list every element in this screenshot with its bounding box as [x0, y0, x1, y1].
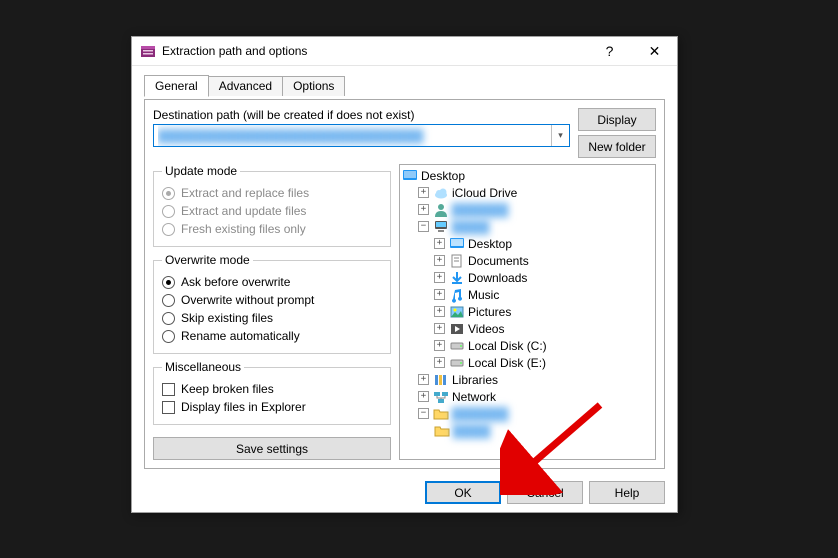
tree-node-user[interactable]: + ██████: [402, 201, 653, 218]
expand-icon[interactable]: +: [418, 187, 429, 198]
expand-icon[interactable]: +: [434, 289, 445, 300]
close-button[interactable]: ✕: [632, 37, 677, 66]
display-button[interactable]: Display: [578, 108, 656, 131]
radio-icon: [162, 223, 175, 236]
destination-path-label: Destination path (will be created if doe…: [153, 108, 570, 122]
expand-icon[interactable]: +: [434, 238, 445, 249]
title-bar: Extraction path and options ? ✕: [132, 37, 677, 66]
folder-icon: [434, 423, 450, 439]
libraries-icon: [433, 372, 449, 388]
tab-strip: General Advanced Options: [144, 74, 665, 96]
cancel-button[interactable]: Cancel: [507, 481, 583, 504]
save-settings-button[interactable]: Save settings: [153, 437, 391, 460]
radio-icon: [162, 205, 175, 218]
radio-rename-auto[interactable]: Rename automatically: [162, 327, 382, 345]
overwrite-mode-group: Overwrite mode Ask before overwrite Over…: [153, 253, 391, 354]
winrar-icon: [140, 43, 156, 59]
radio-skip-existing[interactable]: Skip existing files: [162, 309, 382, 327]
expand-icon[interactable]: +: [434, 340, 445, 351]
radio-icon: [162, 312, 175, 325]
tree-node-pc[interactable]: − ████: [402, 218, 653, 235]
content-columns: Update mode Extract and replace files Ex…: [153, 164, 656, 460]
collapse-icon[interactable]: −: [418, 408, 429, 419]
miscellaneous-group: Miscellaneous Keep broken files Display …: [153, 360, 391, 425]
music-icon: [449, 287, 465, 303]
radio-icon: [162, 276, 175, 289]
pictures-icon: [449, 304, 465, 320]
desktop-icon: [449, 236, 465, 252]
tree-node-videos[interactable]: + Videos: [402, 320, 653, 337]
path-value: ████████████████████████████: [158, 129, 424, 143]
overwrite-mode-legend: Overwrite mode: [162, 253, 253, 267]
folder-tree[interactable]: Desktop + iCloud Drive + ██████ −: [399, 164, 656, 460]
tree-node-documents[interactable]: + Documents: [402, 252, 653, 269]
cloud-icon: [433, 185, 449, 201]
expand-icon[interactable]: +: [434, 357, 445, 368]
tab-options[interactable]: Options: [282, 76, 345, 96]
radio-extract-update[interactable]: Extract and update files: [162, 202, 382, 220]
tree-node-desktop[interactable]: Desktop: [402, 167, 653, 184]
tab-general[interactable]: General: [144, 75, 209, 97]
user-icon: [433, 202, 449, 218]
videos-icon: [449, 321, 465, 337]
tree-node-music[interactable]: + Music: [402, 286, 653, 303]
miscellaneous-legend: Miscellaneous: [162, 360, 244, 374]
folder-icon: [433, 406, 449, 422]
update-mode-legend: Update mode: [162, 164, 240, 178]
downloads-icon: [449, 270, 465, 286]
checkbox-icon: [162, 383, 175, 396]
radio-icon: [162, 330, 175, 343]
ok-button[interactable]: OK: [425, 481, 501, 504]
tree-node-icloud[interactable]: + iCloud Drive: [402, 184, 653, 201]
radio-icon: [162, 187, 175, 200]
documents-icon: [449, 253, 465, 269]
expand-icon[interactable]: +: [418, 391, 429, 402]
tree-node-sub-desktop[interactable]: + Desktop: [402, 235, 653, 252]
window-title: Extraction path and options: [162, 44, 587, 58]
tree-node-libraries[interactable]: + Libraries: [402, 371, 653, 388]
network-icon: [433, 389, 449, 405]
tree-node-pictures[interactable]: + Pictures: [402, 303, 653, 320]
drive-icon: [449, 355, 465, 371]
destination-path-combo[interactable]: ████████████████████████████ ▾: [153, 124, 570, 147]
extraction-options-dialog: Extraction path and options ? ✕ General …: [131, 36, 678, 513]
client-area: General Advanced Options Destination pat…: [132, 66, 677, 514]
expand-icon[interactable]: +: [434, 306, 445, 317]
expand-icon[interactable]: +: [434, 323, 445, 334]
radio-icon: [162, 294, 175, 307]
expand-icon[interactable]: +: [418, 374, 429, 385]
computer-icon: [433, 219, 449, 235]
tab-page-general: Destination path (will be created if doe…: [144, 99, 665, 469]
radio-ask-before[interactable]: Ask before overwrite: [162, 273, 382, 291]
radio-fresh-existing[interactable]: Fresh existing files only: [162, 220, 382, 238]
chevron-down-icon[interactable]: ▾: [551, 125, 569, 146]
collapse-icon[interactable]: −: [418, 221, 429, 232]
tree-node-network[interactable]: + Network: [402, 388, 653, 405]
desktop-icon: [402, 168, 418, 184]
expand-icon[interactable]: +: [434, 272, 445, 283]
help-button[interactable]: Help: [589, 481, 665, 504]
help-button[interactable]: ?: [587, 37, 632, 66]
drive-icon: [449, 338, 465, 354]
tree-node-downloads[interactable]: + Downloads: [402, 269, 653, 286]
expand-icon[interactable]: +: [418, 204, 429, 215]
tree-node-disk-c[interactable]: + Local Disk (C:): [402, 337, 653, 354]
check-display-explorer[interactable]: Display files in Explorer: [162, 398, 382, 416]
update-mode-group: Update mode Extract and replace files Ex…: [153, 164, 391, 247]
path-row: Destination path (will be created if doe…: [153, 108, 656, 158]
tab-advanced[interactable]: Advanced: [208, 76, 283, 96]
tree-node-subfolder-blur[interactable]: ████: [402, 422, 653, 439]
checkbox-icon: [162, 401, 175, 414]
radio-overwrite-no-prompt[interactable]: Overwrite without prompt: [162, 291, 382, 309]
check-keep-broken[interactable]: Keep broken files: [162, 380, 382, 398]
expand-icon[interactable]: +: [434, 255, 445, 266]
dialog-buttons: OK Cancel Help: [144, 473, 665, 504]
new-folder-button[interactable]: New folder: [578, 135, 656, 158]
radio-extract-replace[interactable]: Extract and replace files: [162, 184, 382, 202]
tree-node-folder-blur[interactable]: − ██████: [402, 405, 653, 422]
tree-node-disk-e[interactable]: + Local Disk (E:): [402, 354, 653, 371]
